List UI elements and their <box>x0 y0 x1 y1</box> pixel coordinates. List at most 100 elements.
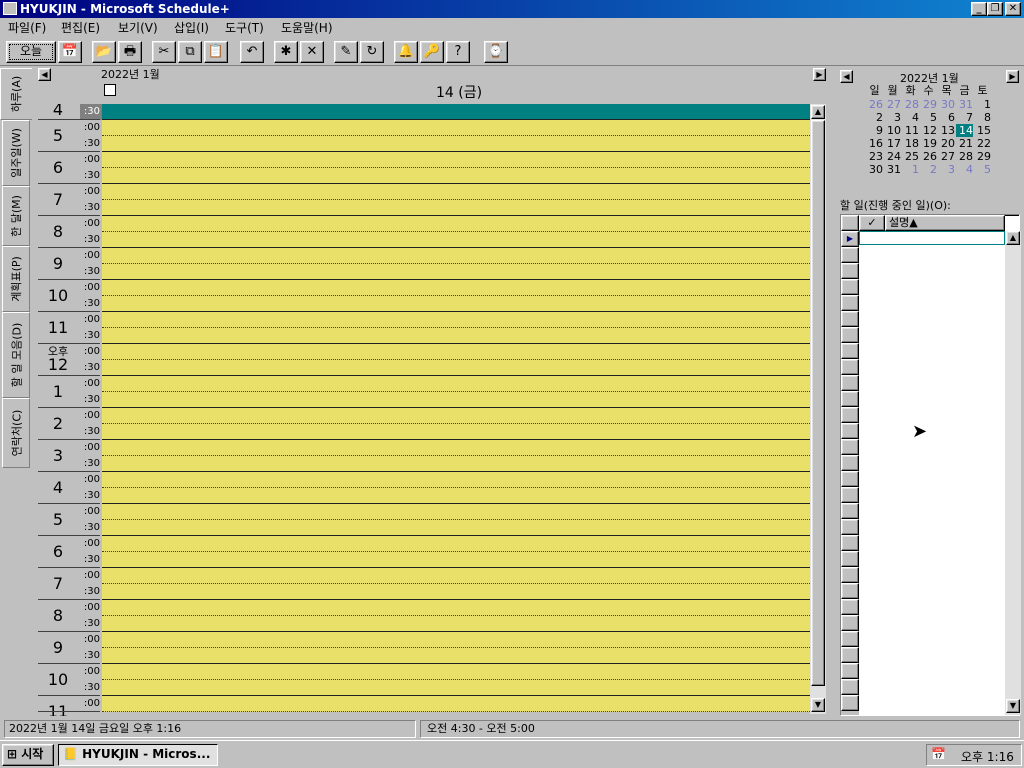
calendar-day[interactable]: 21 <box>956 137 973 150</box>
todo-row-header[interactable] <box>841 647 859 663</box>
open-icon[interactable]: 📂 <box>92 41 116 63</box>
time-slot[interactable]: :30 <box>36 232 810 248</box>
todo-row-header[interactable] <box>841 487 859 503</box>
slot-cell[interactable] <box>102 664 810 680</box>
calendar-day[interactable]: 4 <box>902 111 919 124</box>
calendar-day[interactable]: 1 <box>974 98 991 111</box>
slot-cell[interactable] <box>102 168 810 184</box>
time-slot[interactable]: :30 <box>36 680 810 696</box>
time-slot[interactable]: :00 <box>36 376 810 392</box>
slot-cell[interactable] <box>102 504 810 520</box>
restore-button[interactable]: ❐ <box>987 2 1003 16</box>
menu-edit[interactable]: 편집(E) <box>58 20 103 36</box>
todo-row-header[interactable] <box>841 391 859 407</box>
calendar-day[interactable]: 5 <box>920 111 937 124</box>
schedule-scrollbar[interactable]: ▲ ▼ <box>810 104 826 714</box>
slot-cell[interactable] <box>102 312 810 328</box>
time-slot[interactable]: :00 <box>36 632 810 648</box>
todo-row-header[interactable] <box>841 567 859 583</box>
calendar-day[interactable]: 12 <box>920 124 937 137</box>
calendar-day[interactable]: 7 <box>956 111 973 124</box>
slot-cell[interactable] <box>102 440 810 456</box>
todo-row-header[interactable] <box>841 519 859 535</box>
tab-contacts[interactable]: 연락처(C) <box>2 398 30 468</box>
calendar-day[interactable]: 8 <box>974 111 991 124</box>
slot-cell[interactable] <box>102 392 810 408</box>
cut-icon[interactable]: ✂ <box>152 41 176 63</box>
calendar-day[interactable]: 1 <box>902 163 919 176</box>
calendar-day[interactable]: 4 <box>956 163 973 176</box>
time-slot[interactable]: :30 <box>36 456 810 472</box>
slot-cell[interactable] <box>102 280 810 296</box>
menu-tools[interactable]: 도구(T) <box>222 20 267 36</box>
time-slot[interactable]: :30 <box>36 328 810 344</box>
todo-check-header[interactable]: ✓ <box>859 215 885 231</box>
time-slot[interactable]: :00 <box>36 568 810 584</box>
todo-row-header[interactable] <box>841 423 859 439</box>
todo-row-header[interactable] <box>841 455 859 471</box>
print-icon[interactable]: 🖶 <box>118 41 142 63</box>
todo-scroll-up[interactable]: ▲ <box>1006 231 1020 245</box>
todo-row-header[interactable] <box>841 471 859 487</box>
time-slot[interactable]: :30 <box>36 648 810 664</box>
scroll-down-button[interactable]: ▼ <box>811 698 825 712</box>
slot-cell[interactable] <box>102 696 810 712</box>
slot-cell[interactable] <box>102 328 810 344</box>
time-slot[interactable]: :00 <box>36 344 810 360</box>
slot-cell[interactable] <box>102 344 810 360</box>
time-slot[interactable]: :30 <box>36 264 810 280</box>
todo-row-header[interactable] <box>841 535 859 551</box>
slot-cell[interactable] <box>102 488 810 504</box>
note-icon[interactable] <box>104 84 116 96</box>
calendar-day[interactable]: 13 <box>938 124 955 137</box>
calendar-day[interactable]: 3 <box>938 163 955 176</box>
tab-todo[interactable]: 할 일 모음(D) <box>2 312 30 398</box>
app-icon[interactable] <box>3 2 17 15</box>
time-slot[interactable]: :30 <box>36 104 810 120</box>
goto-date-icon[interactable]: 📅 <box>58 41 82 63</box>
todo-desc-header[interactable]: 설명▲ <box>885 215 1005 231</box>
calendar-day[interactable]: 31 <box>884 163 901 176</box>
calendar-day[interactable]: 19 <box>920 137 937 150</box>
calendar-day[interactable]: 28 <box>956 150 973 163</box>
slot-cell[interactable] <box>102 408 810 424</box>
todo-row-header[interactable] <box>841 247 859 263</box>
menu-insert[interactable]: 삽입(I) <box>171 20 212 36</box>
todo-row-header[interactable] <box>841 263 859 279</box>
undo-icon[interactable]: ↶ <box>240 41 264 63</box>
todo-row-header[interactable] <box>841 439 859 455</box>
slot-cell[interactable] <box>102 248 810 264</box>
meeting-wizard-icon[interactable]: ⌚ <box>484 41 508 63</box>
today-button[interactable]: 오늘 <box>6 41 56 63</box>
calendar-day[interactable]: 27 <box>884 98 901 111</box>
slot-cell[interactable] <box>102 600 810 616</box>
todo-row-header[interactable] <box>841 279 859 295</box>
time-slot[interactable]: :30 <box>36 520 810 536</box>
time-slot[interactable]: :00 <box>36 152 810 168</box>
calendar-day[interactable]: 23 <box>866 150 883 163</box>
tab-day[interactable]: 하루(A) <box>0 68 32 120</box>
calendar-day[interactable]: 25 <box>902 150 919 163</box>
time-slot[interactable]: :30 <box>36 168 810 184</box>
todo-row-header[interactable] <box>841 375 859 391</box>
time-slot[interactable]: :30 <box>36 488 810 504</box>
taskbar-item-schedule[interactable]: 📒 HYUKJIN - Micros... <box>58 744 218 766</box>
time-slot[interactable]: :00 <box>36 248 810 264</box>
calendar-day[interactable]: 22 <box>974 137 991 150</box>
todo-row-header[interactable] <box>841 583 859 599</box>
delete-icon[interactable]: ✕ <box>300 41 324 63</box>
calendar-day[interactable]: 14 <box>956 124 973 137</box>
next-day-button[interactable]: ▶ <box>813 68 826 81</box>
todo-row-header[interactable] <box>841 503 859 519</box>
slot-cell[interactable] <box>102 232 810 248</box>
calendar-day[interactable]: 2 <box>920 163 937 176</box>
paste-icon[interactable]: 📋 <box>204 41 228 63</box>
slot-cell[interactable] <box>102 152 810 168</box>
time-slot[interactable]: :00 <box>36 184 810 200</box>
scroll-thumb[interactable] <box>811 120 825 686</box>
calendar-day[interactable]: 18 <box>902 137 919 150</box>
todo-row-header[interactable] <box>841 359 859 375</box>
slot-cell[interactable] <box>102 680 810 696</box>
tab-month[interactable]: 한 달(M) <box>2 186 30 246</box>
menu-file[interactable]: 파일(F) <box>5 20 49 36</box>
